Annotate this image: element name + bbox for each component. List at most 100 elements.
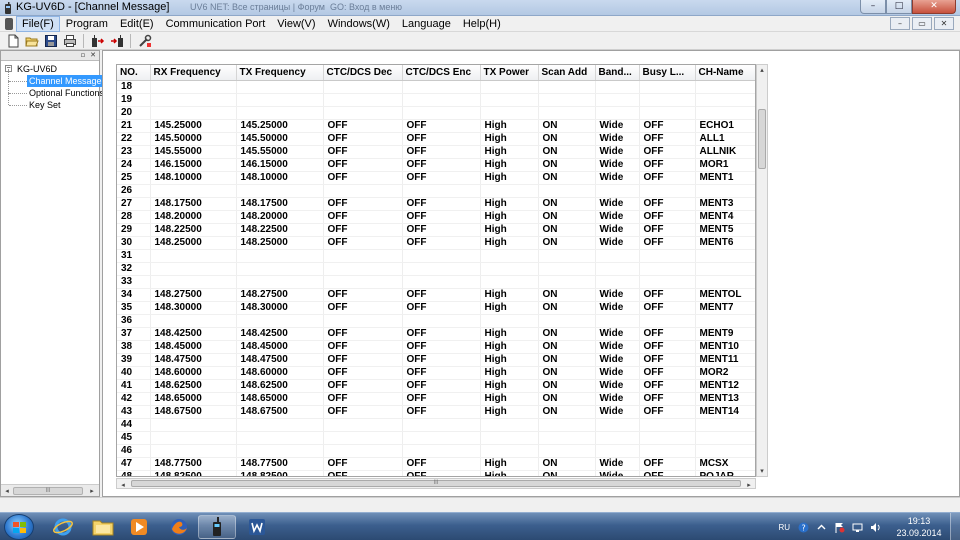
cell-busy-lock[interactable]: OFF: [639, 392, 696, 406]
cell-tx-frequency[interactable]: 145.55000: [236, 145, 324, 159]
cell-no[interactable]: 48: [117, 470, 151, 476]
cell-bandwidth[interactable]: Wide: [595, 223, 640, 237]
print-button[interactable]: [61, 33, 78, 49]
taskbar-media-player[interactable]: [120, 515, 158, 539]
cell-scan-add[interactable]: ON: [538, 327, 596, 341]
menu-view[interactable]: View(V): [271, 16, 321, 32]
cell-ctcdcs-dec[interactable]: [323, 93, 403, 107]
cell-busy-lock[interactable]: OFF: [639, 301, 696, 315]
cell-ctcdcs-enc[interactable]: [402, 106, 481, 120]
cell-tx-power[interactable]: High: [480, 197, 539, 211]
cell-ctcdcs-enc[interactable]: [402, 418, 481, 432]
cell-no[interactable]: 44: [117, 418, 151, 432]
scroll-thumb[interactable]: III: [13, 487, 83, 495]
table-row[interactable]: 27 148.17500 148.17500 OFF OFF High ON Wide OFF M…: [117, 197, 755, 211]
cell-tx-frequency[interactable]: [236, 262, 324, 276]
cell-busy-lock[interactable]: OFF: [639, 366, 696, 380]
cell-bandwidth[interactable]: Wide: [595, 379, 640, 393]
scroll-right-arrow[interactable]: ▸: [744, 480, 754, 490]
cell-scan-add[interactable]: ON: [538, 145, 596, 159]
cell-rx-frequency[interactable]: 148.27500: [150, 288, 237, 302]
cell-scan-add[interactable]: ON: [538, 301, 596, 315]
cell-ctcdcs-enc[interactable]: OFF: [402, 392, 481, 406]
cell-ch-name[interactable]: MENT9: [695, 327, 755, 341]
cell-ch-name[interactable]: ECHO1: [695, 119, 755, 133]
cell-tx-power[interactable]: [480, 93, 539, 107]
cell-rx-frequency[interactable]: 148.22500: [150, 223, 237, 237]
language-indicator[interactable]: RU: [778, 523, 790, 532]
cell-ctcdcs-enc[interactable]: OFF: [402, 457, 481, 471]
cell-bandwidth[interactable]: Wide: [595, 405, 640, 419]
cell-scan-add[interactable]: ON: [538, 353, 596, 367]
table-row[interactable]: 18: [117, 80, 755, 94]
cell-busy-lock[interactable]: [639, 314, 696, 328]
cell-busy-lock[interactable]: [639, 418, 696, 432]
cell-ctcdcs-dec[interactable]: OFF: [323, 132, 403, 146]
taskbar-firefox[interactable]: [160, 515, 198, 539]
cell-bandwidth[interactable]: Wide: [595, 327, 640, 341]
column-header-no[interactable]: NO.: [117, 65, 151, 81]
table-row[interactable]: 30 148.25000 148.25000 OFF OFF High ON Wide OFF M…: [117, 236, 755, 250]
cell-bandwidth[interactable]: Wide: [595, 171, 640, 185]
cell-tx-power[interactable]: High: [480, 132, 539, 146]
cell-ctcdcs-enc[interactable]: [402, 249, 481, 263]
cell-tx-power[interactable]: High: [480, 171, 539, 185]
cell-rx-frequency[interactable]: 148.45000: [150, 340, 237, 354]
cell-busy-lock[interactable]: OFF: [639, 119, 696, 133]
cell-ctcdcs-enc[interactable]: OFF: [402, 145, 481, 159]
scroll-down-arrow[interactable]: ▾: [757, 466, 767, 476]
cell-tx-frequency[interactable]: 148.30000: [236, 301, 324, 315]
cell-ch-name[interactable]: ALL1: [695, 132, 755, 146]
cell-tx-power[interactable]: High: [480, 366, 539, 380]
cell-tx-power[interactable]: [480, 431, 539, 445]
cell-rx-frequency[interactable]: [150, 93, 237, 107]
network-icon[interactable]: [852, 522, 863, 533]
clock[interactable]: 19:13 23.09.2014: [888, 515, 950, 539]
start-button[interactable]: [4, 514, 34, 540]
cell-ctcdcs-enc[interactable]: [402, 93, 481, 107]
cell-tx-frequency[interactable]: 148.65000: [236, 392, 324, 406]
menu-file[interactable]: File(F): [16, 16, 60, 32]
cell-bandwidth[interactable]: Wide: [595, 457, 640, 471]
cell-tx-frequency[interactable]: 148.82500: [236, 470, 324, 476]
cell-ctcdcs-enc[interactable]: OFF: [402, 171, 481, 185]
cell-tx-power[interactable]: [480, 418, 539, 432]
cell-bandwidth[interactable]: [595, 184, 640, 198]
cell-rx-frequency[interactable]: 148.17500: [150, 197, 237, 211]
cell-ch-name[interactable]: MENTOL: [695, 288, 755, 302]
cell-scan-add[interactable]: [538, 444, 596, 458]
cell-busy-lock[interactable]: OFF: [639, 379, 696, 393]
show-desktop-button[interactable]: [950, 513, 960, 540]
cell-busy-lock[interactable]: [639, 184, 696, 198]
cell-ch-name[interactable]: MENT7: [695, 301, 755, 315]
cell-ch-name[interactable]: [695, 249, 755, 263]
cell-ch-name[interactable]: [695, 262, 755, 276]
cell-no[interactable]: 32: [117, 262, 151, 276]
cell-rx-frequency[interactable]: 148.47500: [150, 353, 237, 367]
cell-tx-frequency[interactable]: 148.60000: [236, 366, 324, 380]
table-row[interactable]: 48 148.82500 148.82500 OFF OFF High ON Wide OFF P…: [117, 470, 755, 476]
cell-ch-name[interactable]: MCSX: [695, 457, 755, 471]
cell-busy-lock[interactable]: [639, 275, 696, 289]
cell-no[interactable]: 40: [117, 366, 151, 380]
table-row[interactable]: 45: [117, 431, 755, 445]
cell-ctcdcs-dec[interactable]: OFF: [323, 340, 403, 354]
cell-ctcdcs-dec[interactable]: OFF: [323, 366, 403, 380]
cell-rx-frequency[interactable]: 148.25000: [150, 236, 237, 250]
cell-scan-add[interactable]: ON: [538, 457, 596, 471]
cell-scan-add[interactable]: ON: [538, 197, 596, 211]
cell-ctcdcs-dec[interactable]: OFF: [323, 197, 403, 211]
cell-bandwidth[interactable]: [595, 262, 640, 276]
cell-ctcdcs-dec[interactable]: [323, 249, 403, 263]
cell-no[interactable]: 45: [117, 431, 151, 445]
cell-tx-frequency[interactable]: 148.22500: [236, 223, 324, 237]
cell-bandwidth[interactable]: [595, 444, 640, 458]
cell-tx-power[interactable]: High: [480, 392, 539, 406]
cell-tx-frequency[interactable]: 145.25000: [236, 119, 324, 133]
cell-scan-add[interactable]: ON: [538, 236, 596, 250]
cell-busy-lock[interactable]: OFF: [639, 197, 696, 211]
cell-no[interactable]: 36: [117, 314, 151, 328]
cell-ctcdcs-dec[interactable]: [323, 431, 403, 445]
table-row[interactable]: 23 145.55000 145.55000 OFF OFF High ON Wide OFF A…: [117, 145, 755, 159]
cell-ctcdcs-dec[interactable]: OFF: [323, 210, 403, 224]
